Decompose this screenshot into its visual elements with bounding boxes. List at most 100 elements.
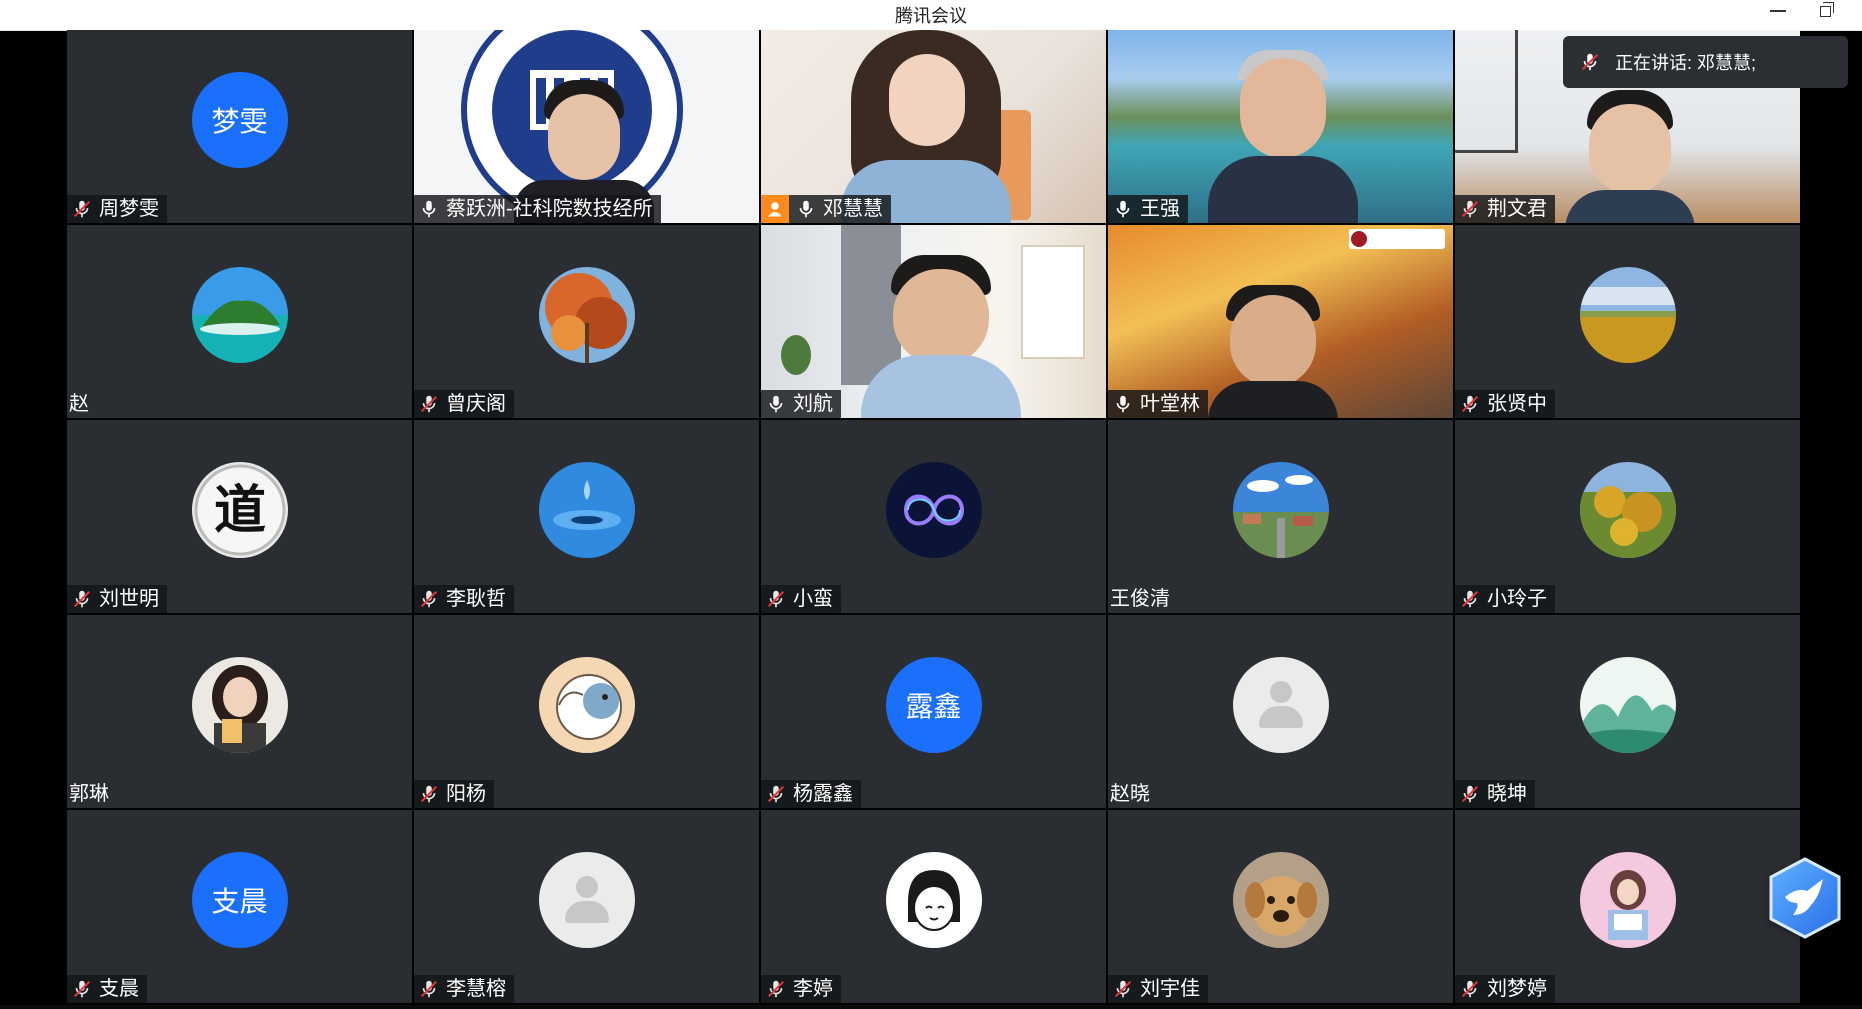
participant-name: 周梦雯 [99, 198, 159, 220]
participant-name-tag: 刘航 [761, 390, 841, 418]
default-user-avatar-icon [538, 851, 635, 948]
participant-tile[interactable]: 道刘世明 [67, 420, 412, 613]
participant-tile[interactable]: 赵晓 [1108, 615, 1453, 808]
default-user-avatar-icon [1232, 656, 1329, 753]
host-user-icon [761, 195, 789, 223]
text-avatar: 露鑫 [885, 656, 982, 753]
participant-name-tag: 邓慧慧 [761, 195, 891, 223]
girl-photo-avatar-icon [191, 656, 288, 753]
participant-tile[interactable]: 阳杨 [414, 615, 759, 808]
participant-tile[interactable]: 郭琳 [67, 615, 412, 808]
participant-name: 刘宇佳 [1140, 978, 1200, 1000]
mic-muted-icon [1461, 785, 1479, 803]
participant-name: 晓坤 [1487, 783, 1527, 805]
participant-video-tile[interactable]: 蔡跃洲-社科院数技经所 [414, 30, 759, 223]
mic-icon [799, 200, 813, 218]
title-bar: 腾讯会议 [0, 0, 1862, 31]
participant-name-tag: 刘世明 [67, 585, 167, 613]
mic-muted-icon [1581, 53, 1599, 71]
participant-tile[interactable]: 李婷 [761, 810, 1106, 1003]
participant-tile[interactable]: 李慧榕 [414, 810, 759, 1003]
participant-video-tile[interactable]: 叶堂林 [1108, 225, 1453, 418]
participant-name: 小蛮 [793, 588, 833, 610]
participant-name-tag: 李慧榕 [414, 975, 514, 1003]
participant-tile[interactable]: 赵 [67, 225, 412, 418]
mic-muted-icon [1461, 980, 1479, 998]
participant-tile[interactable]: 晓坤 [1455, 615, 1800, 808]
mic-muted-icon [767, 785, 785, 803]
participant-name: 杨露鑫 [793, 783, 853, 805]
participant-name-tag: 李耿哲 [414, 585, 514, 613]
participant-name: 王强 [1140, 198, 1180, 220]
floating-bird-icon[interactable] [1767, 857, 1843, 939]
participant-name-tag: 张贤中 [1455, 390, 1555, 418]
participant-name: 郭琳 [69, 783, 109, 805]
mic-muted-icon [1461, 590, 1479, 608]
participant-tile[interactable]: 小蛮 [761, 420, 1106, 613]
illustrated-girl-avatar-icon [1579, 851, 1676, 948]
participant-tile[interactable]: 支晨 支晨 [67, 810, 412, 1003]
participant-name-tag: 荆文君 [1455, 195, 1555, 223]
participant-name-tag: 王强 [1108, 195, 1188, 223]
mic-muted-icon [420, 395, 438, 413]
participant-video-tile[interactable]: 王强 [1108, 30, 1453, 223]
town-avatar-icon [1232, 461, 1329, 558]
participant-video-tile[interactable]: 刘航 [761, 225, 1106, 418]
sunflower-avatar-icon [1579, 461, 1676, 558]
participant-name: 赵 [69, 393, 89, 415]
mic-muted-icon [767, 980, 785, 998]
participant-name: 曾庆阁 [446, 393, 506, 415]
restore-button[interactable] [1805, 0, 1845, 22]
participant-tile[interactable]: 小玲子 [1455, 420, 1800, 613]
speaking-indicator: 正在讲话: 邓慧慧; [1563, 36, 1848, 88]
infinity-avatar-icon [885, 461, 982, 558]
mic-icon [1116, 200, 1130, 218]
participant-tile[interactable]: 张贤中 [1455, 225, 1800, 418]
participant-name: 王俊清 [1110, 588, 1170, 610]
participant-name-tag: 叶堂林 [1108, 390, 1208, 418]
cartoon-elephant-avatar-icon [538, 656, 635, 753]
participant-name-tag: 曾庆阁 [414, 390, 514, 418]
participant-name: 阳杨 [446, 783, 486, 805]
participant-name: 刘世明 [99, 588, 159, 610]
participant-name-tag: 刘宇佳 [1108, 975, 1208, 1003]
participant-name-tag: 蔡跃洲-社科院数技经所 [414, 195, 661, 223]
mic-muted-icon [73, 200, 91, 218]
participant-tile[interactable]: 梦雯 周梦雯 [67, 30, 412, 223]
participant-tile[interactable]: 李耿哲 [414, 420, 759, 613]
calligraphy-dao-avatar-icon: 道 [191, 461, 288, 558]
participant-name-tag: 刘梦婷 [1455, 975, 1555, 1003]
participant-tile[interactable]: 刘梦婷 [1455, 810, 1800, 1003]
grassland-avatar-icon [1579, 266, 1676, 363]
restore-icon [1819, 1, 1834, 17]
app-title: 腾讯会议 [895, 6, 967, 26]
mic-icon [769, 395, 783, 413]
participant-name: 荆文君 [1487, 198, 1547, 220]
participant-video-tile[interactable]: 邓慧慧 [761, 30, 1106, 223]
bottom-strip [0, 1005, 1862, 1009]
participant-name: 邓慧慧 [823, 198, 883, 220]
participant-tile[interactable]: 王俊清 [1108, 420, 1453, 613]
participant-name: 小玲子 [1487, 588, 1547, 610]
text-avatar: 支晨 [191, 851, 288, 948]
participant-tile[interactable]: 露鑫杨露鑫 [761, 615, 1106, 808]
mic-muted-icon [767, 590, 785, 608]
participant-name-tag: 杨露鑫 [761, 780, 861, 808]
participant-name-tag: 郭琳 [67, 780, 117, 808]
participant-name-tag: 阳杨 [414, 780, 494, 808]
participant-name: 李耿哲 [446, 588, 506, 610]
participant-name-tag: 李婷 [761, 975, 841, 1003]
participant-name: 刘梦婷 [1487, 978, 1547, 1000]
island-avatar-icon [191, 266, 288, 363]
minimize-button[interactable] [1758, 0, 1798, 22]
speaking-label: 正在讲话: 邓慧慧; [1615, 53, 1757, 73]
participant-name-tag: 小蛮 [761, 585, 841, 613]
mic-muted-icon [73, 590, 91, 608]
participant-name: 叶堂林 [1140, 393, 1200, 415]
participant-name-tag: 赵 [67, 390, 97, 418]
mic-icon [1116, 395, 1130, 413]
participant-tile[interactable]: 刘宇佳 [1108, 810, 1453, 1003]
participant-name: 刘航 [793, 393, 833, 415]
participant-name: 张贤中 [1487, 393, 1547, 415]
participant-tile[interactable]: 曾庆阁 [414, 225, 759, 418]
